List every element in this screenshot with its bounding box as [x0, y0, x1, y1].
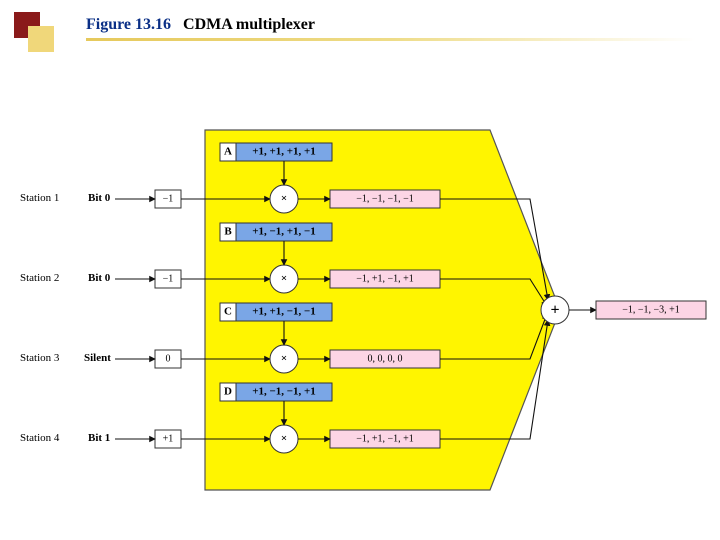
code-b-text: +1, −1, +1, −1	[252, 226, 316, 238]
code-a-text: +1, +1, +1, +1	[252, 146, 316, 158]
product-1: −1, −1, −1, −1	[356, 193, 414, 204]
code-d-text: +1, −1, −1, +1	[252, 386, 316, 398]
code-b-tag-text: B	[224, 226, 232, 238]
station-4-value: +1	[163, 433, 174, 444]
station-3-label: Station 3	[20, 352, 59, 364]
product-2: −1, +1, −1, +1	[356, 273, 414, 284]
mult-1-icon: ×	[281, 193, 287, 205]
add-icon: +	[550, 302, 559, 319]
code-d-tag-text: D	[224, 386, 232, 398]
station-4-input: Bit 1	[88, 432, 110, 444]
station-2-value: −1	[163, 273, 174, 284]
station-1-input: Bit 0	[88, 192, 110, 204]
code-a-tag-text: A	[224, 146, 232, 158]
station-3-value: 0	[166, 353, 171, 364]
code-c-tag-text: C	[224, 306, 232, 318]
station-3-input: Silent	[84, 352, 111, 364]
station-2-label: Station 2	[20, 272, 59, 284]
product-4: −1, +1, −1, +1	[356, 433, 414, 444]
mult-3-icon: ×	[281, 353, 287, 365]
station-4-label: Station 4	[20, 432, 59, 444]
sum-text: −1, −1, −3, +1	[622, 304, 680, 315]
code-c-text: +1, +1, −1, −1	[252, 306, 316, 318]
station-1-value: −1	[163, 193, 174, 204]
cdma-diagram: −1 −1 0 +1 A +1, +1, +1, +1 B +1, −1, +1…	[0, 0, 720, 540]
mult-4-icon: ×	[281, 433, 287, 445]
station-2-input: Bit 0	[88, 272, 110, 284]
station-1-label: Station 1	[20, 192, 59, 204]
mult-2-icon: ×	[281, 273, 287, 285]
product-3: 0, 0, 0, 0	[368, 353, 403, 364]
